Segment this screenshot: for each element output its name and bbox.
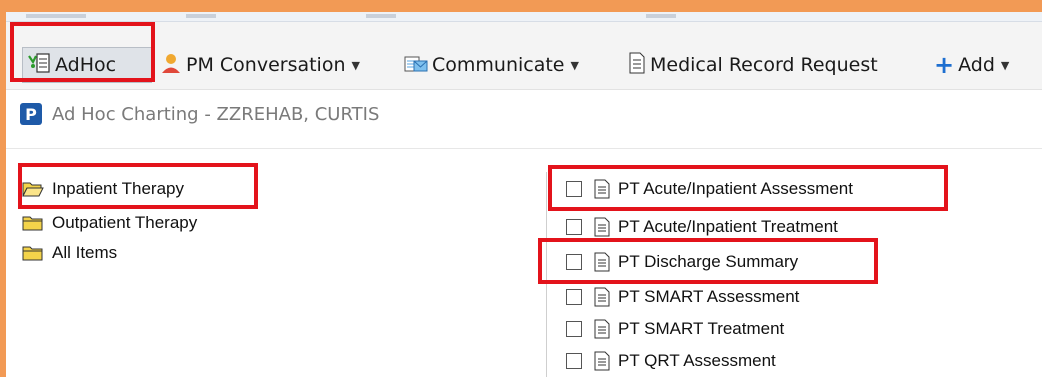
- window-frame-top: [0, 0, 1042, 12]
- add-button[interactable]: + Add ▼: [934, 47, 1009, 83]
- menu-strip: [6, 12, 1042, 22]
- checkbox[interactable]: [566, 181, 582, 197]
- page-title: Ad Hoc Charting - ZZREHAB, CURTIS: [52, 103, 380, 125]
- list-separator: [546, 172, 547, 377]
- list-item[interactable]: PT Acute/Inpatient Treatment: [566, 214, 838, 240]
- list-item[interactable]: PT SMART Treatment: [566, 316, 784, 342]
- folder-open-icon: [22, 182, 44, 197]
- medical-record-request-label: Medical Record Request: [650, 54, 878, 76]
- document-label: PT Acute/Inpatient Assessment: [618, 179, 853, 198]
- document-label: PT SMART Treatment: [618, 319, 785, 338]
- person-icon: [160, 52, 182, 79]
- document-label: PT SMART Assessment: [618, 287, 800, 306]
- page-header: P Ad Hoc Charting - ZZREHAB, CURTIS: [20, 101, 379, 127]
- list-item[interactable]: PT QRT Assessment: [566, 348, 776, 374]
- pm-conversation-label: PM Conversation: [186, 54, 346, 76]
- communicate-icon: [404, 52, 428, 79]
- folder-inpatient-therapy[interactable]: Inpatient Therapy: [22, 176, 184, 202]
- folder-label: Outpatient Therapy: [52, 213, 198, 232]
- adhoc-button[interactable]: AdHoc: [22, 47, 152, 83]
- document-icon: [594, 179, 610, 199]
- add-label: Add: [958, 54, 995, 76]
- checkbox[interactable]: [566, 353, 582, 369]
- toolbar: AdHoc PM Conversation ▼ Communicate ▼ Me…: [6, 22, 1042, 90]
- folder-label: Inpatient Therapy: [52, 179, 184, 198]
- communicate-button[interactable]: Communicate ▼: [404, 47, 579, 83]
- adhoc-icon: [27, 52, 51, 79]
- document-icon: [594, 319, 610, 339]
- document-icon: [594, 217, 610, 237]
- powerchart-icon: P: [20, 103, 42, 125]
- folder-icon: [22, 246, 43, 261]
- list-item[interactable]: PT SMART Assessment: [566, 284, 799, 310]
- folder-all-items[interactable]: All Items: [22, 240, 117, 266]
- pm-conversation-button[interactable]: PM Conversation ▼: [160, 47, 360, 83]
- folder-icon: [22, 216, 43, 231]
- list-item[interactable]: PT Discharge Summary: [566, 249, 798, 275]
- document-label: PT Discharge Summary: [618, 252, 799, 271]
- document-icon: [594, 287, 610, 307]
- chevron-down-icon[interactable]: ▼: [571, 59, 579, 72]
- document-icon: [628, 52, 646, 79]
- plus-icon: +: [934, 51, 955, 79]
- document-label: PT QRT Assessment: [618, 351, 776, 370]
- chevron-down-icon[interactable]: ▼: [1001, 59, 1009, 72]
- document-label: PT Acute/Inpatient Treatment: [618, 217, 838, 236]
- folder-outpatient-therapy[interactable]: Outpatient Therapy: [22, 210, 197, 236]
- checkbox[interactable]: [566, 289, 582, 305]
- communicate-label: Communicate: [432, 54, 565, 76]
- document-icon: [594, 252, 610, 272]
- document-icon: [594, 351, 610, 371]
- divider: [6, 148, 1042, 149]
- chevron-down-icon[interactable]: ▼: [352, 59, 360, 72]
- folder-label: All Items: [52, 243, 118, 262]
- checkbox[interactable]: [566, 254, 582, 270]
- list-item[interactable]: PT Acute/Inpatient Assessment: [566, 176, 853, 202]
- medical-record-request-button[interactable]: Medical Record Request: [628, 47, 878, 83]
- adhoc-label: AdHoc: [55, 54, 117, 76]
- checkbox[interactable]: [566, 219, 582, 235]
- checkbox[interactable]: [566, 321, 582, 337]
